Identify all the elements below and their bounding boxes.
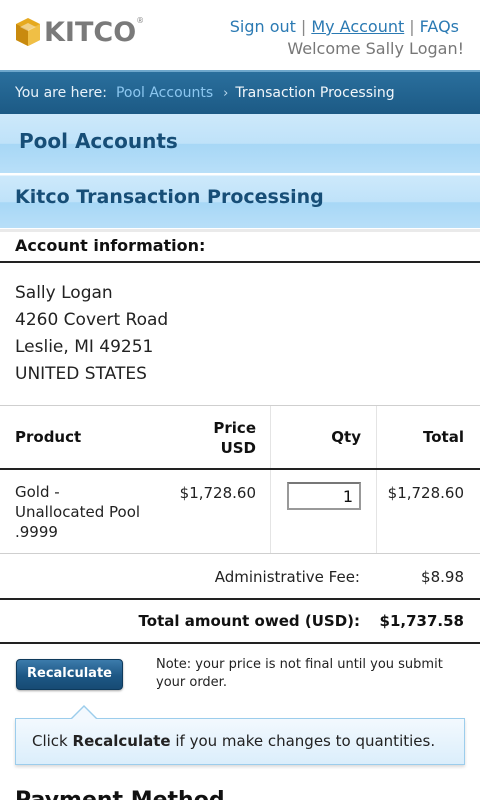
breadcrumb-pool-accounts-link[interactable]: Pool Accounts (116, 85, 213, 101)
registered-mark: ® (136, 15, 145, 25)
product-line: Unallocated Pool (15, 503, 141, 521)
header: KITCO ® Sign out | My Account | FAQs Welcome… (0, 0, 480, 70)
product-name: Gold - Unallocated Pool .9999 (15, 482, 145, 542)
welcome-message: Welcome Sally Logan! (287, 39, 464, 58)
total-bottom-divider (0, 642, 480, 644)
column-divider (376, 406, 377, 553)
address-line: Sally Logan (15, 283, 113, 303)
total-owed-value: $1,737.58 (379, 612, 464, 630)
total-owed-label: Total amount owed (USD): (138, 612, 360, 630)
column-divider (270, 406, 271, 553)
payment-method-heading: Payment Method (15, 788, 225, 800)
recalculate-tooltip: Click Recalculate if you make changes to… (15, 718, 465, 765)
tooltip-arrow-fill (71, 707, 97, 720)
product-line: .9999 (15, 523, 58, 541)
logo-text: KITCO (44, 16, 137, 48)
total-divider (0, 598, 480, 600)
tooltip-text: Click (32, 732, 73, 750)
chevron-right-icon: › (223, 85, 229, 101)
gold-bar-logo-icon (14, 16, 42, 48)
sign-out-link[interactable]: Sign out (230, 17, 296, 36)
price-note: Note: your price is not final until you … (156, 657, 443, 690)
administrative-fee-value: $8.98 (421, 568, 464, 586)
kitco-logo[interactable]: KITCO ® (14, 14, 144, 50)
row-divider (0, 553, 480, 554)
tooltip-text: if you make changes to quantities. (170, 732, 436, 750)
recalculate-button[interactable]: Recalculate (16, 659, 123, 690)
product-total: $1,728.60 (387, 484, 464, 502)
administrative-fee-label: Administrative Fee: (214, 568, 360, 586)
price-header-line: USD (220, 439, 256, 457)
address-line: UNITED STATES (15, 364, 147, 384)
header-divider (0, 468, 480, 470)
quantity-input[interactable]: 1 (287, 482, 361, 510)
link-separator: | (300, 17, 307, 36)
breadcrumb: You are here: Pool Accounts › Transactio… (0, 70, 480, 114)
column-header-price: Price USD (213, 418, 256, 458)
breadcrumb-current: Transaction Processing (235, 85, 395, 101)
top-links: Sign out | My Account | FAQs (230, 17, 459, 36)
product-price: $1,728.60 (179, 484, 256, 502)
address-line: Leslie, MI 49251 (15, 337, 154, 357)
account-address: Sally Logan 4260 Covert Road Leslie, MI … (15, 280, 168, 388)
tooltip-bold-text: Recalculate (72, 732, 171, 750)
breadcrumb-prefix: You are here: (15, 85, 107, 101)
account-info-heading: Account information: (0, 229, 480, 263)
product-line: Gold - (15, 483, 60, 501)
column-header-product: Product (15, 428, 82, 446)
my-account-link[interactable]: My Account (311, 17, 404, 36)
link-separator: | (409, 17, 415, 36)
column-header-qty: Qty (331, 428, 361, 446)
price-header-line: Price (213, 419, 256, 437)
transaction-processing-heading: Kitco Transaction Processing (0, 175, 480, 228)
faqs-link[interactable]: FAQs (420, 17, 459, 36)
address-line: 4260 Covert Road (15, 310, 169, 330)
table-top-border (0, 405, 480, 406)
pool-accounts-heading: Pool Accounts (0, 114, 480, 173)
column-header-total: Total (423, 428, 464, 446)
